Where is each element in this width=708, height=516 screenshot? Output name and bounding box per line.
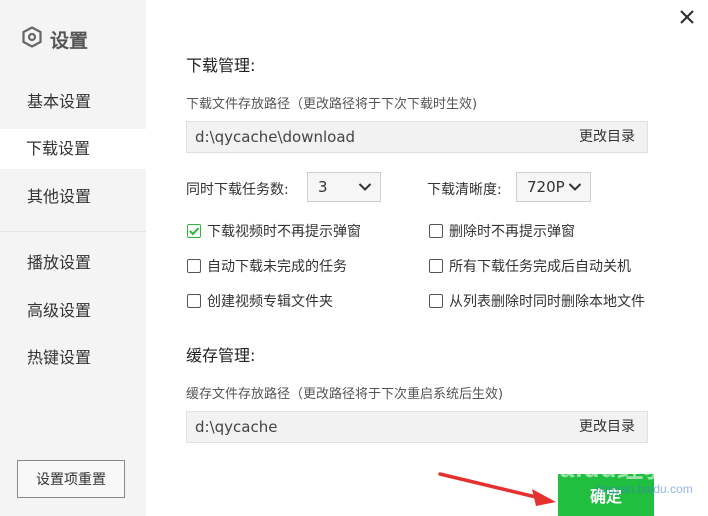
sidebar-item-advanced[interactable]: 高级设置 [0,291,146,331]
no-popup-on-delete-checkbox[interactable]: 删除时不再提示弹窗 [429,221,575,241]
cache-section-title: 缓存管理: [186,346,256,365]
checkbox-icon [187,259,201,273]
download-path-value: d:\qycache\download [195,128,356,146]
chevron-down-icon [568,183,582,191]
checkbox-label: 从列表删除时同时删除本地文件 [449,294,645,310]
checkbox-label: 所有下载任务完成后自动关机 [449,259,631,275]
settings-hexagon-icon [22,26,42,53]
sidebar-item-hotkeys[interactable]: 热键设置 [0,338,146,378]
sidebar-item-basic[interactable]: 基本设置 [0,82,146,122]
cache-change-dir-button[interactable]: 更改目录 [579,412,635,442]
sidebar-item-other[interactable]: 其他设置 [0,177,146,217]
download-change-dir-button[interactable]: 更改目录 [579,122,635,152]
concurrent-tasks-label: 同时下载任务数: [186,182,289,198]
baidu-watermark: Baidu经验 [540,453,672,483]
checkbox-icon [187,294,201,308]
checkbox-label: 下载视频时不再提示弹窗 [207,224,361,240]
checkbox-label: 创建视频专辑文件夹 [207,294,333,310]
sidebar-divider [0,231,146,232]
quality-label: 下载清晰度: [427,182,502,198]
sidebar-item-playback[interactable]: 播放设置 [0,243,146,283]
checkbox-icon [429,224,443,238]
quality-select[interactable]: 720P [516,172,591,202]
no-popup-on-download-checkbox[interactable]: 下载视频时不再提示弹窗 [187,221,361,241]
cache-path-hint: 缓存文件存放路径（更改路径将于下次重启系统后生效) [186,387,504,402]
checkbox-label: 删除时不再提示弹窗 [449,224,575,240]
shutdown-after-downloads-checkbox[interactable]: 所有下载任务完成后自动关机 [429,256,631,276]
concurrent-tasks-value: 3 [318,178,328,196]
sidebar-item-download[interactable]: 下载设置 [0,129,146,169]
checkbox-icon [429,259,443,273]
delete-local-files-checkbox[interactable]: 从列表删除时同时删除本地文件 [429,291,645,311]
checkbox-checked-icon [187,224,201,238]
baidu-watermark-url: jingyan.baidu.com [596,482,693,496]
download-path-field[interactable]: d:\qycache\download 更改目录 [186,121,648,153]
concurrent-tasks-select[interactable]: 3 [307,172,381,202]
settings-title: 设置 [50,30,89,52]
close-icon[interactable] [676,6,698,28]
settings-header: 设置 [22,26,88,53]
checkbox-label: 自动下载未完成的任务 [207,259,347,275]
download-section-title: 下载管理: [186,56,256,75]
download-path-hint: 下载文件存放路径（更改路径将于下次下载时生效) [186,97,478,112]
sidebar: 设置 基本设置 下载设置 其他设置 播放设置 高级设置 热键设置 设置项重置 [0,0,146,516]
checkbox-icon [429,294,443,308]
auto-download-unfinished-checkbox[interactable]: 自动下载未完成的任务 [187,256,347,276]
cache-path-field[interactable]: d:\qycache 更改目录 [186,411,648,443]
reset-settings-button[interactable]: 设置项重置 [17,460,125,498]
create-album-folder-checkbox[interactable]: 创建视频专辑文件夹 [187,291,333,311]
chevron-down-icon [358,183,372,191]
cache-path-value: d:\qycache [195,418,278,436]
quality-value: 720P [527,178,565,196]
